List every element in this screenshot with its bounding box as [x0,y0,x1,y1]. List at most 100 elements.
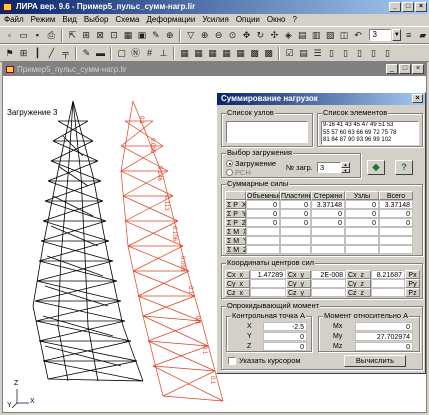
view-yz-icon[interactable]: ▥ [310,29,323,42]
list-icon[interactable]: ☰ [311,47,324,60]
mesh3-icon[interactable]: ▦ [206,47,219,60]
menu-file[interactable]: Файл [4,14,24,26]
table-icon[interactable]: ▤ [297,47,310,60]
view-xz-icon[interactable]: ▤ [296,29,309,42]
forces-row-label: Σ M_Y [225,236,246,245]
load-number-input[interactable]: 3 [317,162,341,173]
dialog-close-button[interactable]: × [412,94,423,103]
load-number-label: № загр. [286,163,313,172]
stack-icon[interactable]: ≡ [402,29,415,42]
line-icon[interactable]: ╱ [45,47,58,60]
doc2-icon[interactable]: ▯ [339,47,352,60]
zoom-icon[interactable]: ⊕ [163,29,176,42]
hide-icon[interactable]: ▣ [135,29,148,42]
lock-icon[interactable]: ▢ [115,47,128,60]
new-file-icon[interactable]: ▫ [3,29,16,42]
calculate-button[interactable]: Вычислить [344,355,406,367]
beam-icon[interactable]: ╤ [59,47,72,60]
moment-label: Mx [333,323,343,330]
doc-icon[interactable]: ▯ [325,47,338,60]
toolbar-secondary: ⚑ ⊞ ┃ ╱ ╤ ✎ ▬ ▢ Ⓝ # ⊥ ▦ ▦ ▦ ▦ ▦ ▩ ▩ ☑ ▤ … [0,44,429,62]
toolbar-combo[interactable]: 3 [369,29,392,41]
elements-list[interactable]: 9-16 41 43 45 47 49 51 53 55 57 60 63 66… [321,121,419,145]
menu-deformations[interactable]: Деформации [147,14,196,26]
center-value [371,288,405,297]
rotate-icon[interactable]: ↻ [254,29,267,42]
apply-icon[interactable]: ◆ [367,160,385,175]
elements-group-label: Список элементов [322,108,389,118]
load-radio[interactable] [226,160,233,167]
zoom-in-icon[interactable]: ⊕ [198,29,211,42]
undo-icon[interactable]: ↶ [352,29,365,42]
render-icon[interactable]: ▦ [122,29,135,42]
center-value [311,279,346,288]
menu-view[interactable]: Вид [62,14,76,26]
mesh7-icon[interactable]: ▩ [262,47,275,60]
point-value-input[interactable]: 0 [263,342,307,351]
element-icon[interactable]: ⊡ [108,29,121,42]
pan-icon[interactable]: ✥ [240,29,253,42]
spin-down-icon[interactable]: ▼ [341,168,350,173]
forces-value: 0 [280,218,311,227]
doc3-icon[interactable]: ▯ [353,47,366,60]
pen-icon[interactable]: ✎ [80,47,93,60]
select-mode-icon[interactable]: ⇱ [66,29,79,42]
grid-icon[interactable]: ⊞ [17,47,30,60]
zoom-out-icon[interactable]: ⊖ [212,29,225,42]
doc-close-button[interactable]: × [412,64,424,74]
scheme-icon[interactable]: ⊞ [80,29,93,42]
app-title: ЛИРА вер. 9.6 - Пример5_пульс_сумм-нагр.… [16,2,196,11]
mesh5-icon[interactable]: ▦ [234,47,247,60]
point-value-input[interactable]: -2.5 [263,322,307,331]
perspective-icon[interactable]: ◈ [282,29,295,42]
node-icon[interactable]: ⊠ [94,29,107,42]
mesh6-icon[interactable]: ▩ [248,47,261,60]
hash-icon[interactable]: # [143,47,156,60]
center-label[interactable]: Pz [405,288,420,297]
close-button[interactable]: × [415,2,427,12]
filter-icon[interactable]: ▽ [184,29,197,42]
cursor-checkbox[interactable] [228,357,236,365]
doc5-icon[interactable]: ▯ [381,47,394,60]
point-value-input[interactable]: 0 [263,332,307,341]
flag-icon[interactable]: ⚑ [3,47,16,60]
maximize-button[interactable]: □ [402,2,414,12]
bar-icon[interactable]: ┃ [31,47,44,60]
menu-help[interactable]: ? [292,14,296,26]
doc4-icon[interactable]: ▯ [367,47,380,60]
view-3d-icon[interactable]: ◫ [338,29,351,42]
check-icon[interactable]: ☑ [283,47,296,60]
chevron-down-icon[interactable]: ▼ [392,29,402,41]
mesh2-icon[interactable]: ▦ [192,47,205,60]
move-icon[interactable]: ✣ [268,29,281,42]
zoom-fit-icon[interactable]: ⊙ [226,29,239,42]
center-label[interactable]: Px [405,270,420,279]
menu-forces[interactable]: Усилия [202,14,228,26]
support-icon[interactable]: ⊥ [157,47,170,60]
print-icon[interactable]: ⎙ [45,29,58,42]
minimize-button[interactable]: _ [389,2,401,12]
menu-window[interactable]: Окно [267,14,286,26]
forces-value: 0 [379,209,413,218]
doc-minimize-button[interactable]: _ [386,64,398,74]
mesh4-icon[interactable]: ▦ [220,47,233,60]
mesh-icon[interactable]: ▦ [178,47,191,60]
center-label[interactable]: Py [405,279,420,288]
forces-row-label: Σ P_X [225,200,246,209]
edit-icon[interactable]: ✎ [149,29,162,42]
doc-maximize-button[interactable]: □ [399,64,411,74]
menu-select[interactable]: Выбор [84,14,109,26]
menu-mode[interactable]: Режим [31,14,56,26]
rsn-radio[interactable] [226,169,233,176]
open-file-icon[interactable]: ▭ [17,29,30,42]
menu-scheme[interactable]: Схема [115,14,139,26]
fill-icon[interactable]: ▬ [94,47,107,60]
book-icon[interactable]: ▰ [416,29,429,42]
forces-row-label: Σ M_X [225,227,246,236]
view-xy-icon[interactable]: ▧ [324,29,337,42]
nodes-list[interactable] [226,121,308,143]
save-icon[interactable]: ▪ [31,29,44,42]
menu-options[interactable]: Опции [236,14,260,26]
help-icon[interactable]: ? [395,160,413,175]
node-number-icon[interactable]: Ⓝ [129,47,142,60]
